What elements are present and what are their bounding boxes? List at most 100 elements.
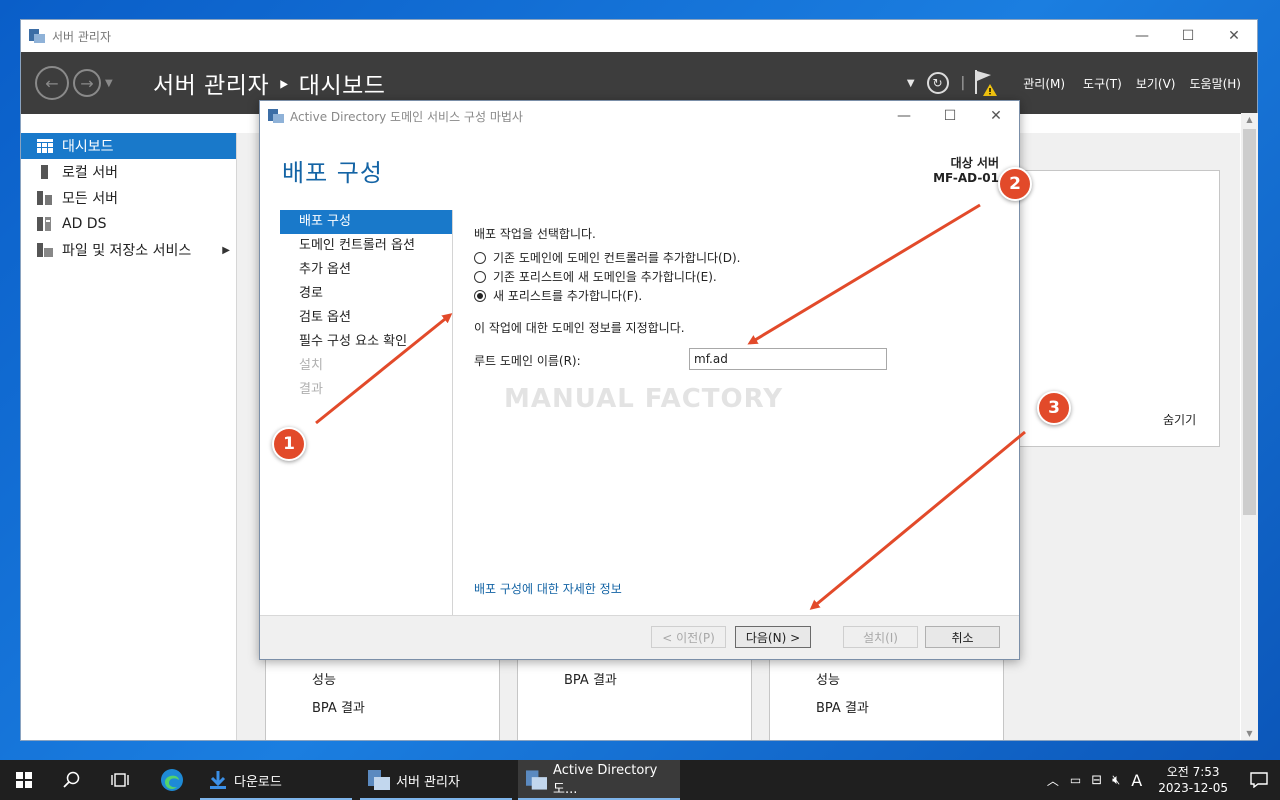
welcome-panel: 숨기기 (999, 170, 1220, 447)
radio-label: 기존 도메인에 도메인 컨트롤러를 추가합니다(D). (493, 251, 741, 265)
radio-add-dc[interactable]: 기존 도메인에 도메인 컨트롤러를 추가합니다(D). (474, 248, 740, 267)
radio-add-domain[interactable]: 기존 포리스트에 새 도메인을 추가합니다(E). (474, 267, 740, 286)
page-title: 서버 관리자 ‣ 대시보드 (153, 73, 386, 99)
step-review-options[interactable]: 검토 옵션 (280, 306, 452, 330)
install-button[interactable]: 설치(I) (843, 626, 918, 648)
select-operation-label: 배포 작업을 선택합니다. (474, 227, 596, 241)
clock[interactable]: 오전 7:53 2023-12-05 (1158, 764, 1228, 796)
cancel-button[interactable]: 취소 (925, 626, 1000, 648)
adds-config-wizard: Active Directory 도메인 서비스 구성 마법사 — ☐ ✕ 배포… (259, 100, 1020, 660)
dialog-maximize-button[interactable]: ☐ (927, 101, 973, 131)
dialog-footer: < 이전(P) 다음(N) > 설치(I) 취소 (260, 615, 1019, 659)
edge-button[interactable] (148, 760, 196, 800)
chevron-down-icon[interactable]: ▼ (907, 78, 915, 89)
step-results: 결과 (299, 382, 323, 397)
hide-link[interactable]: 숨기기 (1163, 411, 1196, 428)
sm-titlebar[interactable]: 서버 관리자 — ☐ ✕ (21, 20, 1257, 52)
scroll-thumb[interactable] (1243, 129, 1256, 515)
annotation-badge-2: 2 (998, 167, 1032, 201)
volume-muted-icon[interactable]: 🔇︎ (1112, 773, 1120, 788)
notification-center-icon[interactable] (1238, 772, 1280, 788)
taskbar-item-label: 다운로드 (234, 774, 282, 790)
battery-icon[interactable]: ▭ (1070, 773, 1081, 787)
search-button[interactable] (48, 760, 96, 800)
scroll-up-icon[interactable]: ▲ (1241, 115, 1258, 124)
clock-date: 2023-12-05 (1158, 781, 1228, 795)
dialog-title: Active Directory 도메인 서비스 구성 마법사 (290, 109, 523, 124)
steps-divider (452, 210, 453, 616)
forward-button[interactable]: → (73, 69, 101, 97)
root-domain-input[interactable] (689, 348, 887, 370)
menu-manage[interactable]: 관리(M) (1023, 75, 1065, 92)
sm-window-title: 서버 관리자 (52, 29, 112, 44)
dialog-titlebar[interactable]: Active Directory 도메인 서비스 구성 마법사 — ☐ ✕ (260, 101, 1019, 131)
sidebar-item-file-storage[interactable]: 파일 및 저장소 서비스 ▶ (21, 237, 236, 263)
dialog-heading: 배포 구성 (282, 159, 383, 187)
close-button[interactable]: ✕ (1211, 20, 1257, 52)
sm-scrollbar[interactable]: ▲ ▼ (1241, 113, 1258, 740)
server-manager-icon (29, 29, 45, 43)
taskbar-item-label: Active Directory 도... (553, 763, 658, 797)
radio-label: 기존 포리스트에 새 도메인을 추가합니다(E). (493, 270, 717, 284)
step-install: 설치 (299, 358, 323, 373)
taskbar-item-server-manager[interactable]: 서버 관리자 (360, 760, 512, 800)
maximize-button[interactable]: ☐ (1165, 20, 1211, 52)
menu-tools[interactable]: 도구(T) (1083, 75, 1122, 92)
taskbar-item-adds-wizard[interactable]: Active Directory 도... (518, 760, 680, 800)
sidebar-item-local-server[interactable]: 로컬 서버 (21, 159, 236, 185)
step-paths[interactable]: 경로 (280, 282, 452, 306)
tile-bpa[interactable]: BPA 결과 (816, 697, 869, 716)
step-prereq-check[interactable]: 필수 구성 요소 확인 (280, 330, 452, 354)
step-additional-options[interactable]: 추가 옵션 (280, 258, 452, 282)
minimize-button[interactable]: — (1119, 20, 1165, 52)
radio-button-checked[interactable] (474, 289, 486, 302)
start-button[interactable] (0, 760, 48, 800)
dialog-minimize-button[interactable]: — (881, 101, 927, 131)
wizard-steps: 배포 구성 도메인 컨트롤러 옵션 추가 옵션 경로 검토 옵션 필수 구성 요… (280, 210, 452, 402)
separator: | (960, 75, 966, 91)
tile-bpa[interactable]: BPA 결과 (312, 697, 365, 716)
notifications-flag-icon[interactable] (971, 68, 998, 98)
menu-view[interactable]: 보기(V) (1136, 75, 1176, 92)
dialog-close-button[interactable]: ✕ (973, 101, 1019, 131)
next-button[interactable]: 다음(N) > (735, 626, 811, 648)
taskbar-item-downloads[interactable]: 다운로드 (200, 760, 352, 800)
radio-add-forest[interactable]: 새 포리스트를 추가합니다(F). (474, 286, 740, 305)
back-button[interactable]: ← (35, 66, 69, 100)
sidebar-item-dashboard[interactable]: 대시보드 (21, 133, 236, 159)
expand-arrow-icon[interactable]: ▶ (222, 245, 230, 256)
system-tray: ︿ ▭ ⊟ 🔇︎ A 오전 7:53 2023-12-05 (1041, 760, 1280, 800)
sidebar-item-all-servers[interactable]: 모든 서버 (21, 185, 236, 211)
task-view-button[interactable] (96, 760, 144, 800)
radio-button[interactable] (474, 270, 486, 283)
scroll-down-icon[interactable]: ▼ (1241, 729, 1258, 738)
refresh-icon[interactable]: ↻ (926, 72, 949, 94)
step-dc-options[interactable]: 도메인 컨트롤러 옵션 (280, 234, 452, 258)
root-domain-label: 루트 도메인 이름(R): (474, 354, 581, 368)
chevron-up-icon[interactable]: ︿ (1047, 772, 1059, 789)
dashboard-icon (37, 139, 53, 153)
radio-button[interactable] (474, 251, 486, 264)
step-deployment-config[interactable]: 배포 구성 (280, 210, 452, 234)
menu-help[interactable]: 도움말(H) (1189, 75, 1241, 92)
radio-label: 새 포리스트를 추가합니다(F). (493, 289, 643, 303)
server-manager-icon (368, 770, 390, 790)
server-manager-icon (268, 109, 284, 123)
tile-bpa[interactable]: BPA 결과 (564, 669, 617, 688)
nav-history-dropdown[interactable]: ▼ (105, 78, 113, 89)
sm-sidebar: 대시보드 로컬 서버 모든 서버 AD DS 파일 및 저장소 서비스 ▶ (21, 133, 237, 740)
edge-icon (161, 769, 183, 791)
more-info-link[interactable]: 배포 구성에 대한 자세한 정보 (474, 580, 622, 597)
download-icon (210, 771, 226, 789)
search-icon (63, 771, 80, 788)
ime-indicator[interactable]: A (1131, 771, 1142, 790)
sidebar-item-label: 파일 및 저장소 서비스 (62, 243, 192, 259)
domain-info-label: 이 작업에 대한 도메인 정보를 지정합니다. (474, 321, 685, 335)
tile-performance[interactable]: 성능 (816, 669, 840, 688)
sidebar-item-ad-ds[interactable]: AD DS (21, 211, 236, 237)
network-icon[interactable]: ⊟ (1091, 773, 1102, 788)
sidebar-item-label: AD DS (62, 216, 107, 232)
tile-performance[interactable]: 성능 (312, 669, 336, 688)
prev-button[interactable]: < 이전(P) (651, 626, 726, 648)
annotation-badge-3: 3 (1037, 391, 1071, 425)
